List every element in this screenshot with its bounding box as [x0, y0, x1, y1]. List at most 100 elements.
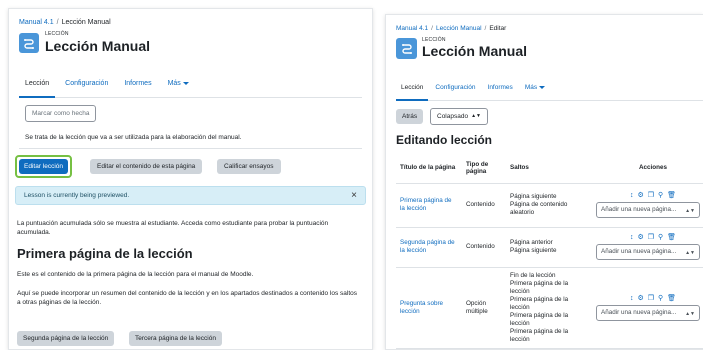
table-row: Pregunta sobre lección Opción múltiple F…	[396, 267, 703, 349]
caret-down-icon	[182, 81, 189, 85]
tab-informes[interactable]: Informes	[118, 72, 157, 97]
add-page-placeholder: Añadir una nueva página...	[601, 308, 677, 316]
table-row: Segunda página de la lección Contenido P…	[396, 227, 703, 268]
editing-heading: Editando lección	[396, 133, 493, 147]
page-actions: ↕ ⚙ ❐ ⚲ 🗑 Añadir una nueva página... ▲▼	[592, 183, 703, 228]
jump-item: Primera página de la lección	[510, 327, 569, 343]
chevron-updown-icon: ▲▼	[685, 250, 695, 256]
breadcrumb-course-link[interactable]: Manual 4.1	[19, 19, 54, 26]
move-icon[interactable]: ↕	[630, 295, 634, 302]
chevron-updown-icon: ▲▼	[685, 208, 695, 214]
preview-alert: Lesson is currently being previewed. ×	[15, 186, 366, 205]
second-page-button[interactable]: Segunda página de la lección	[17, 331, 115, 346]
zoom-icon[interactable]: ⚲	[658, 234, 663, 241]
page-type: Opción múltiple	[462, 267, 506, 349]
breadcrumb-separator: /	[431, 25, 433, 32]
tab-leccion[interactable]: Lección	[19, 72, 56, 98]
page-type: Contenido	[462, 183, 506, 228]
gear-icon[interactable]: ⚙	[637, 234, 643, 241]
jump-item: Primera página de la lección	[510, 295, 569, 311]
activity-header: LECCIÓN Lección Manual	[396, 37, 527, 59]
page-title: Lección Manual	[45, 38, 151, 54]
gear-icon[interactable]: ⚙	[637, 192, 643, 199]
page-actions: ↕ ⚙ ❐ ⚲ 🗑 Añadir una nueva página... ▲▼	[592, 227, 703, 268]
close-icon[interactable]: ×	[351, 190, 357, 201]
add-page-select[interactable]: Añadir una nueva página... ▲▼	[596, 304, 700, 321]
jump-item: Página anterior	[510, 239, 553, 246]
chevron-updown-icon: ▲▼	[685, 310, 695, 317]
breadcrumb-course-link[interactable]: Manual 4.1	[396, 25, 428, 32]
page-jumps: Fin de la lección Primera página de la l…	[506, 267, 592, 349]
trash-icon[interactable]: 🗑	[667, 295, 676, 302]
page-title-link[interactable]: Segunda página de la lección	[400, 239, 455, 254]
chevron-updown-icon: ▲▼	[471, 113, 481, 119]
secondary-navigation: Lección Configuración Informes Más	[19, 72, 362, 98]
mark-as-done-button[interactable]: Marcar como hecha	[25, 105, 97, 122]
edit-lesson-focus-ring: Editar lección	[15, 155, 73, 178]
move-icon[interactable]: ↕	[630, 192, 634, 199]
trash-icon[interactable]: 🗑	[667, 234, 676, 241]
third-page-button[interactable]: Tercera página de la lección	[129, 331, 222, 346]
tab-mas-label: Más	[167, 80, 181, 87]
copy-icon[interactable]: ❐	[648, 295, 654, 302]
add-page-placeholder: Añadir una nueva página...	[601, 248, 677, 255]
caret-down-icon	[539, 85, 546, 89]
add-page-select[interactable]: Añadir una nueva página... ▲▼	[596, 244, 700, 260]
completion-section: Marcar como hecha Se trata de la lección…	[19, 105, 362, 149]
breadcrumb-lesson-link[interactable]: Lección Manual	[436, 25, 482, 32]
breadcrumb-current: Lección Manual	[61, 19, 111, 26]
move-icon[interactable]: ↕	[630, 234, 634, 241]
activity-header: LECCIÓN Lección Manual	[19, 31, 150, 54]
page-title-link[interactable]: Primera página de la lección	[400, 197, 451, 212]
score-note: La puntuación acumulada sólo se muestra …	[17, 220, 329, 236]
grade-essays-button[interactable]: Calificar ensayos	[217, 159, 281, 174]
jump-item: Página siguiente	[510, 247, 557, 254]
table-row: Primera página de la lección Contenido P…	[396, 183, 703, 228]
lesson-view-panel: Manual 4.1/Lección Manual LECCIÓN Lecció…	[8, 8, 373, 350]
activity-kicker: LECCIÓN	[45, 31, 69, 37]
tab-mas[interactable]: Más	[162, 72, 195, 97]
breadcrumb-current: Editar	[489, 25, 507, 32]
tab-leccion[interactable]: Lección	[396, 77, 429, 101]
tab-mas[interactable]: Más	[520, 77, 550, 100]
back-button[interactable]: Atrás	[396, 109, 424, 124]
preview-alert-text: Lesson is currently being previewed.	[24, 192, 130, 199]
copy-icon[interactable]: ❐	[648, 234, 654, 241]
column-header-actions: Acciones	[592, 153, 703, 184]
tab-informes[interactable]: Informes	[483, 77, 518, 100]
lesson-description: Se trata de la lección que va a ser util…	[25, 134, 242, 141]
column-header-type: Tipo de página	[462, 153, 506, 184]
breadcrumb-separator: /	[484, 25, 487, 32]
view-mode-select[interactable]: Colapsado ▲▼	[430, 108, 488, 125]
page-title: Lección Manual	[422, 43, 528, 59]
lesson-edit-panel: Manual 4.1/Lección Manual / Editar LECCIÓN…	[385, 14, 703, 350]
jump-item: Primera página de la lección	[510, 311, 569, 327]
lesson-icon	[396, 37, 417, 59]
view-mode-value: Colapsado	[437, 113, 469, 120]
gear-icon[interactable]: ⚙	[637, 295, 643, 302]
breadcrumb: Manual 4.1/Lección Manual / Editar	[396, 25, 506, 32]
copy-icon[interactable]: ❐	[648, 192, 654, 199]
zoom-icon[interactable]: ⚲	[658, 192, 663, 199]
page-jumps: Página siguiente Página de contenido ale…	[506, 183, 592, 228]
tab-mas-label: Más	[524, 84, 538, 91]
column-header-title: Título de la página	[396, 153, 462, 184]
trash-icon[interactable]: 🗑	[667, 192, 676, 199]
tab-configuracion[interactable]: Configuración	[430, 77, 480, 100]
page-title-link[interactable]: Pregunta sobre lección	[400, 300, 443, 315]
lesson-pages-table: Título de la página Tipo de página Salto…	[396, 153, 703, 349]
page-actions: ↕ ⚙ ❐ ⚲ 🗑 Añadir una nueva página... ▲▼	[592, 267, 703, 349]
zoom-icon[interactable]: ⚲	[658, 295, 663, 302]
lesson-page-paragraph-2: Aquí se puede incorporar un resumen del …	[17, 290, 358, 306]
column-header-jumps: Saltos	[506, 153, 592, 184]
edit-lesson-button[interactable]: Editar lección	[19, 159, 69, 174]
lesson-icon	[19, 32, 39, 53]
add-page-select[interactable]: Añadir una nueva página... ▲▼	[596, 202, 700, 218]
jump-item: Página siguiente	[510, 193, 557, 200]
secondary-navigation: Lección Configuración Informes Más	[396, 77, 703, 101]
lesson-page-heading: Primera página de la lección	[17, 246, 193, 261]
tab-configuracion[interactable]: Configuración	[59, 72, 114, 97]
add-page-placeholder: Añadir una nueva página...	[601, 206, 677, 213]
edit-page-content-button[interactable]: Editar el contenido de esta página	[90, 159, 203, 174]
page-jumps: Página anterior Página siguiente	[506, 227, 592, 268]
